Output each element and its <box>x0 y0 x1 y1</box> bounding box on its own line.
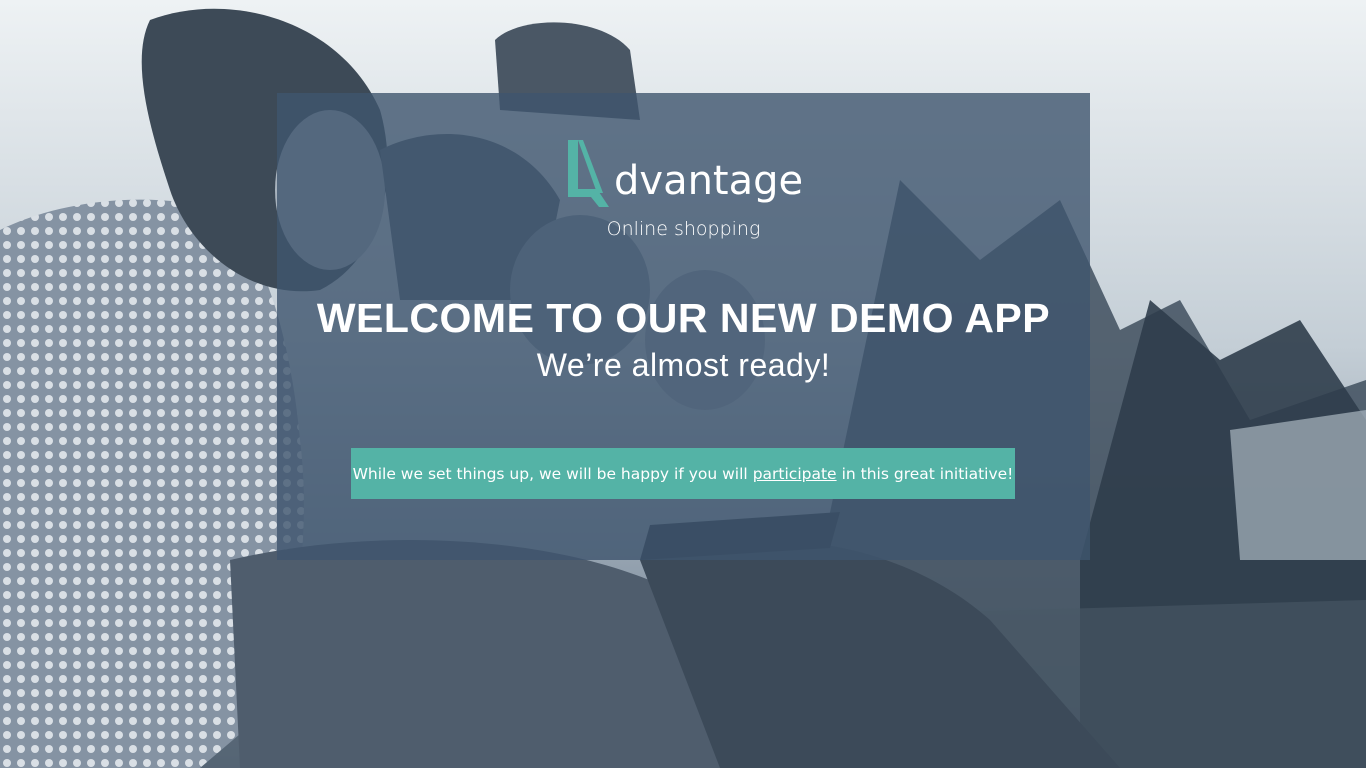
welcome-panel: dvantage Online shopping WELCOME TO OUR … <box>277 93 1090 560</box>
banner-text-before: While we set things up, we will be happy… <box>352 464 748 483</box>
banner-text-after: in this great initiative! <box>841 464 1014 483</box>
brand-tagline: Online shopping <box>606 218 761 240</box>
participate-banner: While we set things up, we will be happy… <box>351 448 1015 499</box>
welcome-headline: WELCOME TO OUR NEW DEMO APP <box>316 295 1051 341</box>
welcome-subheadline: We’re almost ready! <box>536 347 831 383</box>
advantage-a-logo-icon <box>568 140 609 207</box>
advantage-logo: dvantage <box>277 137 1090 209</box>
brand-wordmark: dvantage <box>614 158 804 204</box>
participate-link[interactable]: participate <box>753 465 837 483</box>
